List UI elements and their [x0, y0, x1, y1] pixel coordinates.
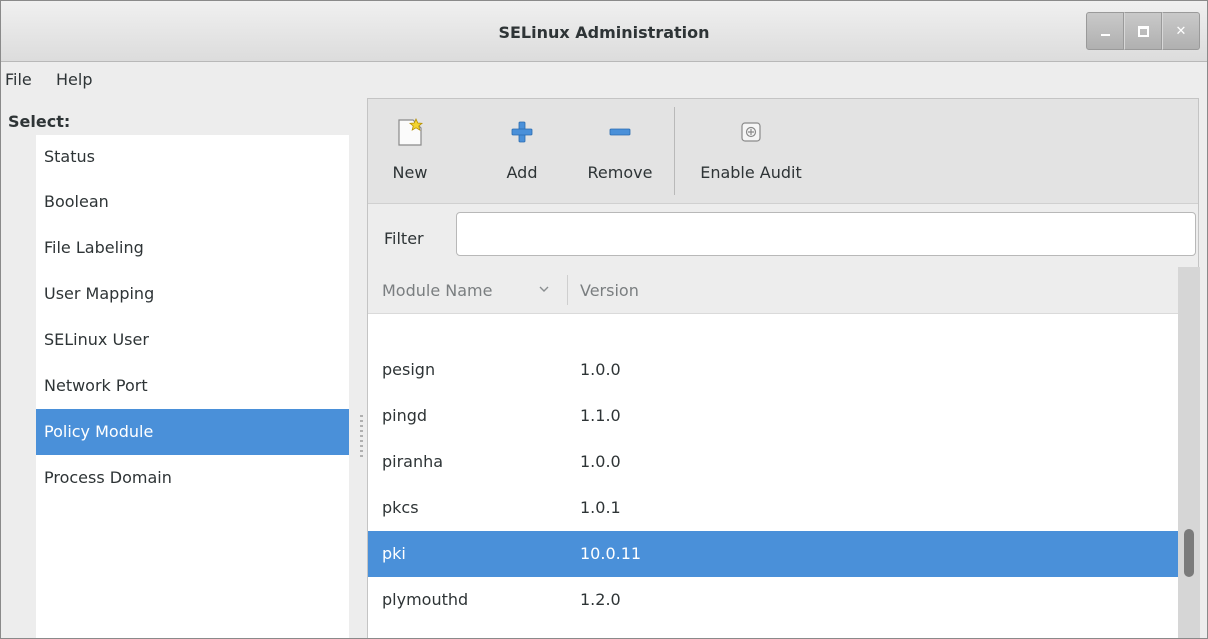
column-divider	[567, 275, 568, 305]
cell-version: 10.0.11	[580, 544, 642, 563]
table-row[interactable]: plymouthd 1.2.0	[368, 577, 1180, 623]
pane-resize-handle[interactable]	[360, 415, 363, 457]
window-title: SELinux Administration	[498, 23, 710, 42]
new-label: New	[392, 163, 428, 182]
cell-version: 1.0.0	[580, 360, 621, 379]
cell-module-name: plymouthd	[382, 590, 469, 609]
title-bar[interactable]: SELinux Administration ✕	[1, 1, 1207, 62]
sidebar-item-policy-module[interactable]: Policy Module	[36, 409, 349, 455]
sidebar-item-selinux-user[interactable]: SELinux User	[36, 317, 349, 363]
toolbar-separator	[674, 107, 675, 195]
cell-module-name: podsleuth	[382, 623, 461, 638]
maximize-button[interactable]	[1124, 12, 1162, 50]
sidebar-item-network-port[interactable]: Network Port	[36, 363, 349, 409]
select-label: Select:	[8, 112, 71, 131]
remove-minus-icon	[580, 117, 660, 147]
enable-audit-button[interactable]: Enable Audit	[686, 117, 816, 182]
table-row[interactable]: pingd 1.1.0	[368, 393, 1180, 439]
new-document-icon	[392, 117, 428, 147]
cell-version: 1.7.0	[580, 623, 621, 638]
add-button[interactable]: Add	[504, 117, 540, 182]
table-row[interactable]: pesign 1.0.0	[368, 347, 1180, 393]
sidebar-item-user-mapping[interactable]: User Mapping	[36, 271, 349, 317]
policy-module-pane: New Add Remove Enable Audit Filter Modul…	[367, 98, 1200, 638]
close-icon: ✕	[1175, 23, 1187, 39]
cell-version: 1.0.0	[580, 452, 621, 471]
column-header-module-name[interactable]: Module Name	[382, 281, 492, 300]
cell-version: 1.0.1	[580, 498, 621, 517]
toolbar: New Add Remove Enable Audit	[368, 99, 1198, 204]
table-row[interactable]	[368, 307, 1180, 347]
cell-module-name: pkcs	[382, 498, 419, 517]
table-row-selected[interactable]: pki 10.0.11	[368, 531, 1180, 577]
cell-module-name: pki	[382, 544, 406, 563]
chevron-down-icon	[538, 280, 550, 299]
enable-audit-icon	[686, 117, 816, 147]
window-controls: ✕	[1086, 12, 1200, 50]
minimize-button[interactable]	[1086, 12, 1124, 50]
close-button[interactable]: ✕	[1162, 12, 1200, 50]
cell-version: 1.2.0	[580, 590, 621, 609]
add-plus-icon	[504, 117, 540, 147]
sidebar-item-file-labeling[interactable]: File Labeling	[36, 225, 349, 271]
minimize-icon	[1100, 34, 1110, 36]
cell-version: 1.1.0	[580, 406, 621, 425]
table-row[interactable]: pkcs 1.0.1	[368, 485, 1180, 531]
add-label: Add	[506, 163, 538, 182]
filter-input[interactable]	[456, 212, 1196, 256]
table-row[interactable]: podsleuth 1.7.0	[368, 623, 1180, 638]
remove-label: Remove	[587, 163, 653, 182]
column-header-version[interactable]: Version	[580, 281, 639, 300]
module-table: Module Name Version pesign 1.0.0 pingd 1…	[368, 267, 1180, 638]
sidebar-item-process-domain[interactable]: Process Domain	[36, 455, 349, 501]
table-scrollbar[interactable]	[1178, 267, 1200, 638]
cell-module-name: pesign	[382, 360, 436, 379]
filter-label: Filter	[384, 229, 424, 248]
cell-module-name: piranha	[382, 452, 444, 471]
remove-button[interactable]: Remove	[580, 117, 660, 182]
maximize-icon	[1137, 25, 1149, 37]
sidebar-item-boolean[interactable]: Boolean	[36, 179, 349, 225]
menu-file[interactable]: File	[5, 70, 32, 89]
enable-audit-label: Enable Audit	[700, 163, 802, 182]
cell-module-name: pingd	[382, 406, 428, 425]
table-row[interactable]: piranha 1.0.0	[368, 439, 1180, 485]
scrollbar-thumb[interactable]	[1184, 529, 1194, 577]
menu-help[interactable]: Help	[56, 70, 92, 89]
application-window: SELinux Administration ✕ File Help Selec…	[0, 0, 1208, 639]
menu-bar: File Help	[1, 62, 1207, 96]
table-rows: pesign 1.0.0 pingd 1.1.0 piranha 1.0.0 p…	[368, 307, 1180, 638]
sidebar-nav: Status Boolean File Labeling User Mappin…	[36, 135, 349, 638]
new-button[interactable]: New	[392, 117, 428, 182]
sidebar-item-status[interactable]: Status	[36, 135, 349, 179]
